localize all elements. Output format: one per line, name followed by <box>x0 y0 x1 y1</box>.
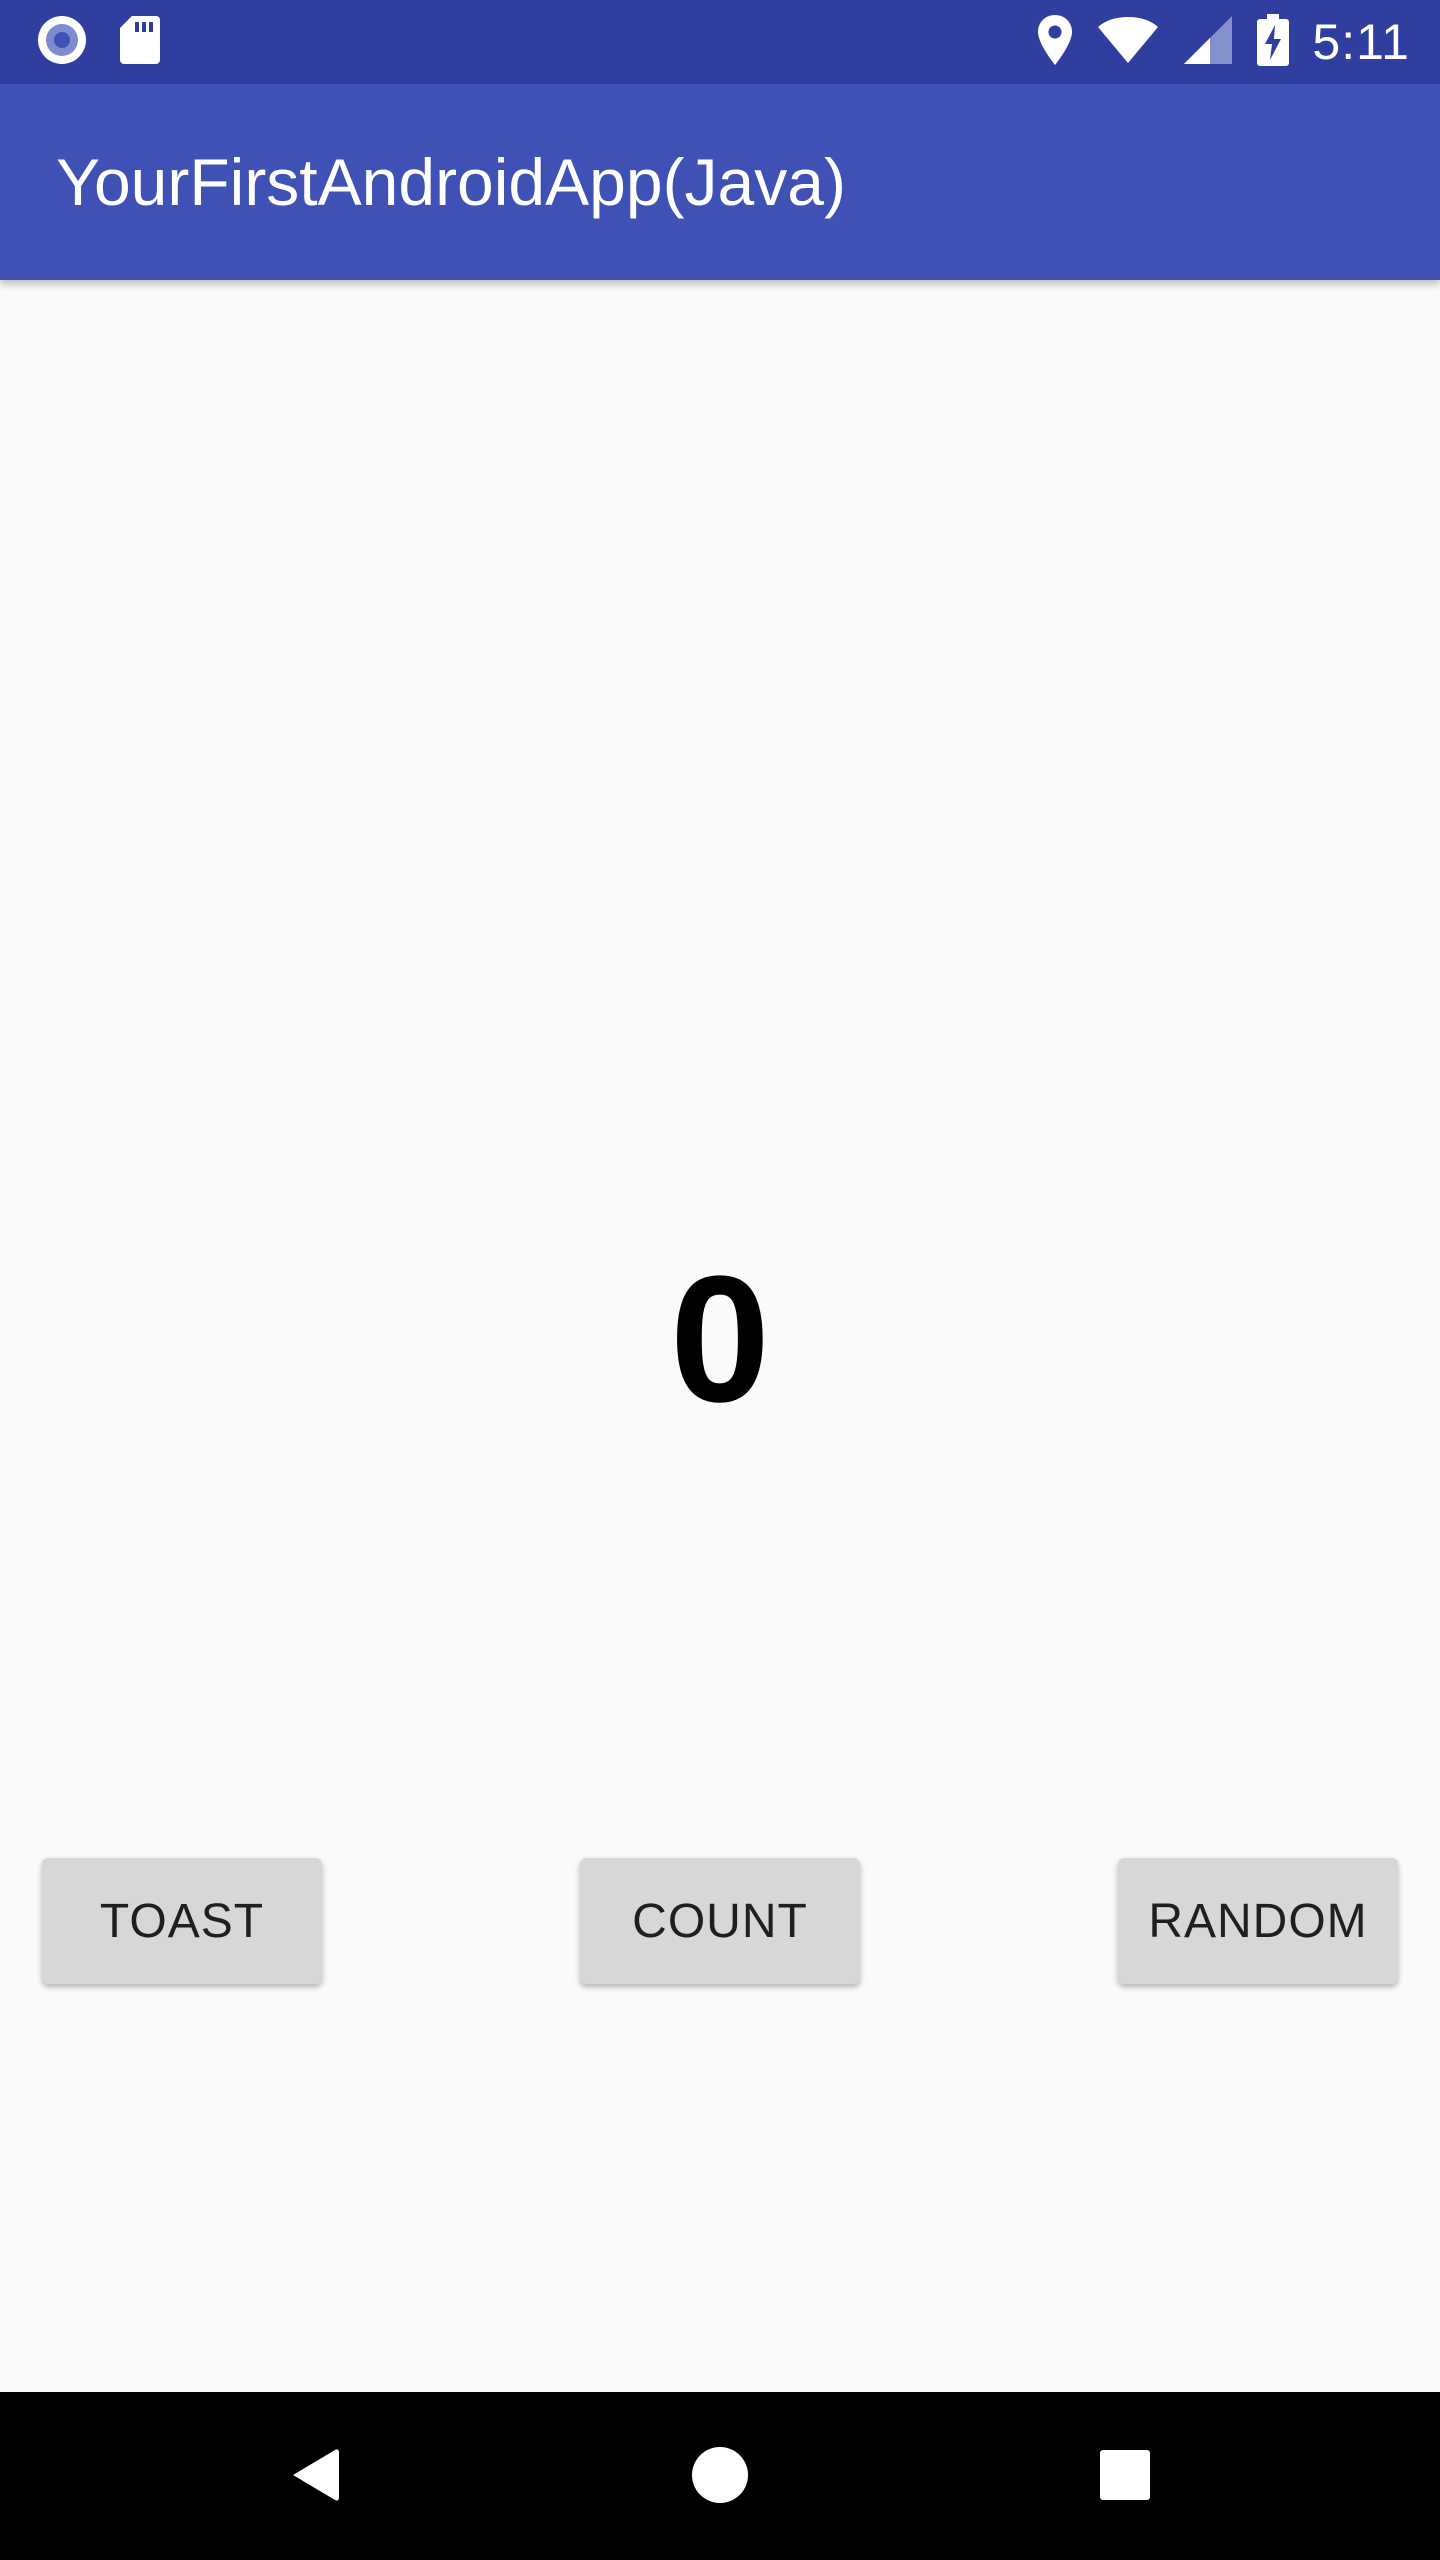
recents-icon <box>1097 2447 1153 2508</box>
cell-signal-icon <box>1182 14 1234 71</box>
record-icon <box>36 14 88 71</box>
status-left-icons <box>36 14 162 70</box>
home-button[interactable] <box>675 2432 765 2522</box>
navigation-bar <box>0 2392 1440 2560</box>
back-button[interactable] <box>270 2432 360 2522</box>
location-icon <box>1036 13 1074 72</box>
status-right-icons: 5:11 <box>1036 10 1410 74</box>
wifi-icon <box>1096 15 1160 70</box>
count-display: 0 <box>669 1239 771 1440</box>
random-button[interactable]: RANDOM <box>1118 1858 1398 1984</box>
battery-charging-icon <box>1256 13 1290 72</box>
status-bar: 5:11 <box>0 0 1440 84</box>
home-icon <box>690 2445 750 2510</box>
app-bar: YourFirstAndroidApp(Java) <box>0 84 1440 280</box>
status-time: 5:11 <box>1312 14 1410 70</box>
toast-button[interactable]: TOAST <box>42 1858 322 1984</box>
app-title: YourFirstAndroidApp(Java) <box>56 145 846 219</box>
sd-card-icon <box>118 14 162 71</box>
count-button[interactable]: COUNT <box>580 1858 860 1984</box>
app-screen: 5:11 YourFirstAndroidApp(Java) 0 TOAST C… <box>0 0 1440 2560</box>
back-icon <box>287 2444 343 2511</box>
recents-button[interactable] <box>1080 2432 1170 2522</box>
